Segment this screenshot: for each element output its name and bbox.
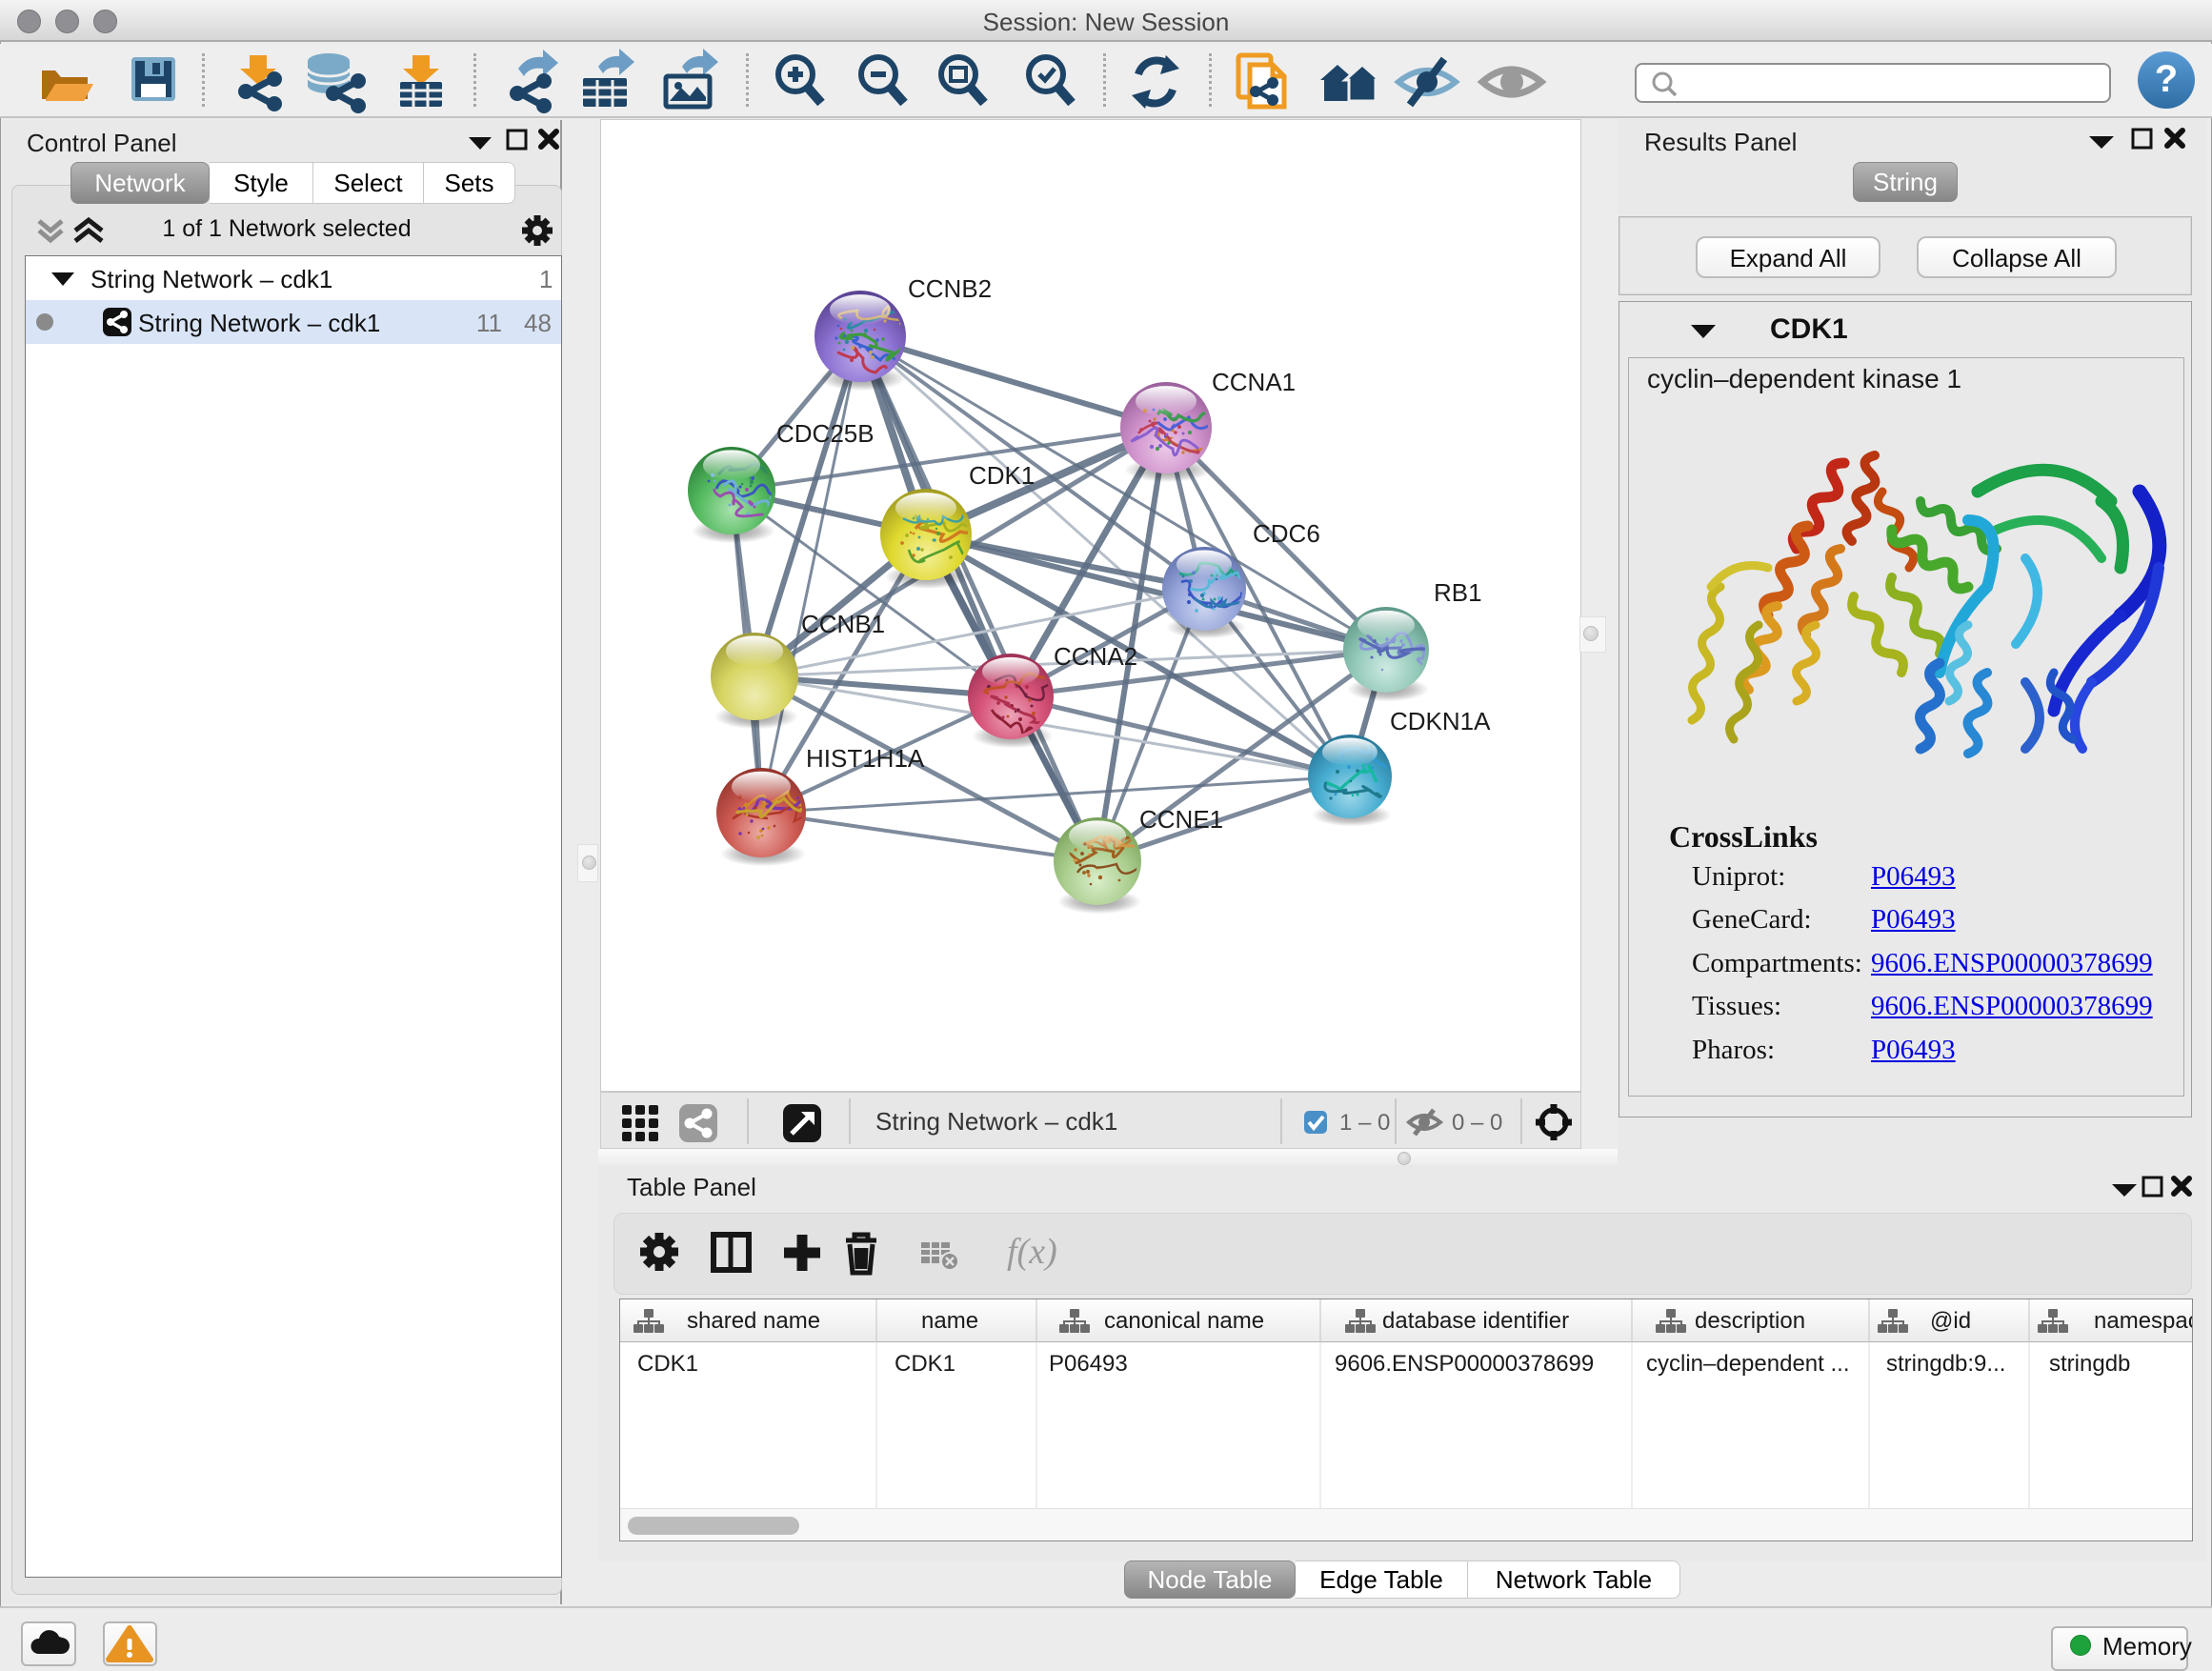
svg-text:f(x): f(x) [1007, 1232, 1057, 1272]
svg-text:CCNE1: CCNE1 [1139, 805, 1223, 834]
svg-text:CDKN1A: CDKN1A [1390, 707, 1491, 735]
svg-text:0 – 0: 0 – 0 [1452, 1110, 1502, 1136]
svg-text:CDK1: CDK1 [969, 461, 1035, 490]
svg-text:CDC25B: CDC25B [776, 419, 875, 448]
svg-text:String Network – cdk1: String Network – cdk1 [875, 1107, 1117, 1136]
svg-text:CCNA2: CCNA2 [1054, 642, 1137, 671]
svg-text:CCNB2: CCNB2 [908, 274, 992, 303]
svg-text:CDC6: CDC6 [1253, 519, 1320, 548]
svg-text:1 – 0: 1 – 0 [1339, 1110, 1390, 1136]
svg-text:RB1: RB1 [1434, 578, 1482, 607]
svg-text:CCNB1: CCNB1 [801, 610, 885, 638]
svg-text:HIST1H1A: HIST1H1A [806, 744, 925, 773]
svg-text:CCNA1: CCNA1 [1212, 368, 1296, 396]
